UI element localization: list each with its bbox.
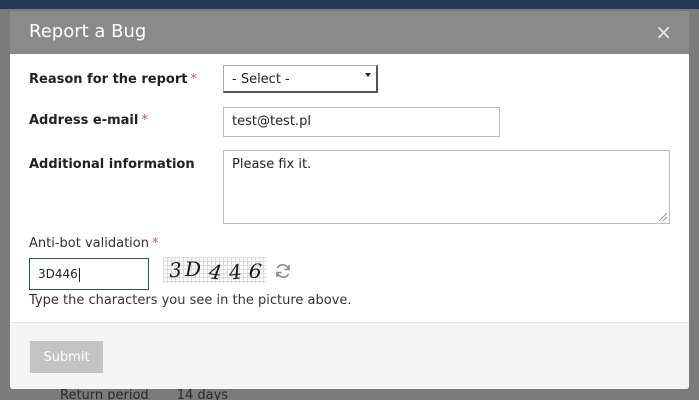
email-value: test@test.pl xyxy=(232,114,311,129)
antibot-label-text: Anti-bot validation xyxy=(29,236,149,251)
modal-footer: Submit xyxy=(10,322,689,389)
return-period-label: Return period xyxy=(60,388,149,400)
reason-select-value: - Select - xyxy=(232,72,290,87)
background-nav xyxy=(0,0,699,9)
captcha-help-text: Type the characters you see in the pictu… xyxy=(29,293,352,308)
captcha-input-value: 3D446 xyxy=(38,267,78,281)
background-return-period: Return period 14 days xyxy=(60,388,228,400)
modal-header: Report a Bug × xyxy=(10,11,689,54)
chevron-down-icon xyxy=(365,73,371,77)
required-mark: * xyxy=(141,113,148,128)
captcha-char: 4 xyxy=(227,259,243,285)
additional-info-textarea[interactable]: Please fix it. xyxy=(223,150,670,224)
captcha-char: 3 xyxy=(168,257,183,283)
required-mark: * xyxy=(190,72,197,87)
additional-info-value: Please fix it. xyxy=(232,157,312,172)
captcha-image: 3 D 4 4 6 xyxy=(163,257,266,285)
return-period-value: 14 days xyxy=(176,388,229,400)
close-icon[interactable]: × xyxy=(655,20,672,44)
reason-label-text: Reason for the report xyxy=(29,72,188,87)
refresh-icon[interactable] xyxy=(274,262,292,280)
email-label: Address e-mail * xyxy=(29,113,148,128)
required-mark: * xyxy=(151,236,159,251)
text-caret xyxy=(78,267,80,282)
email-field[interactable]: test@test.pl xyxy=(223,107,500,137)
submit-button[interactable]: Submit xyxy=(30,341,103,373)
resize-grip-icon[interactable] xyxy=(659,213,667,221)
captcha-input[interactable]: 3D446 xyxy=(29,258,149,290)
additional-info-label: Additional information xyxy=(29,157,195,172)
antibot-label: Anti-bot validation * xyxy=(29,236,158,251)
captcha-char: D xyxy=(185,257,202,281)
report-bug-modal: Report a Bug × Reason for the report * - … xyxy=(10,11,689,389)
modal-title: Report a Bug xyxy=(29,21,147,42)
reason-select[interactable]: - Select - xyxy=(223,65,378,93)
email-label-text: Address e-mail xyxy=(29,113,139,128)
captcha-char: 6 xyxy=(247,258,263,284)
reason-label: Reason for the report * xyxy=(29,72,197,87)
captcha-char: 4 xyxy=(207,259,224,285)
